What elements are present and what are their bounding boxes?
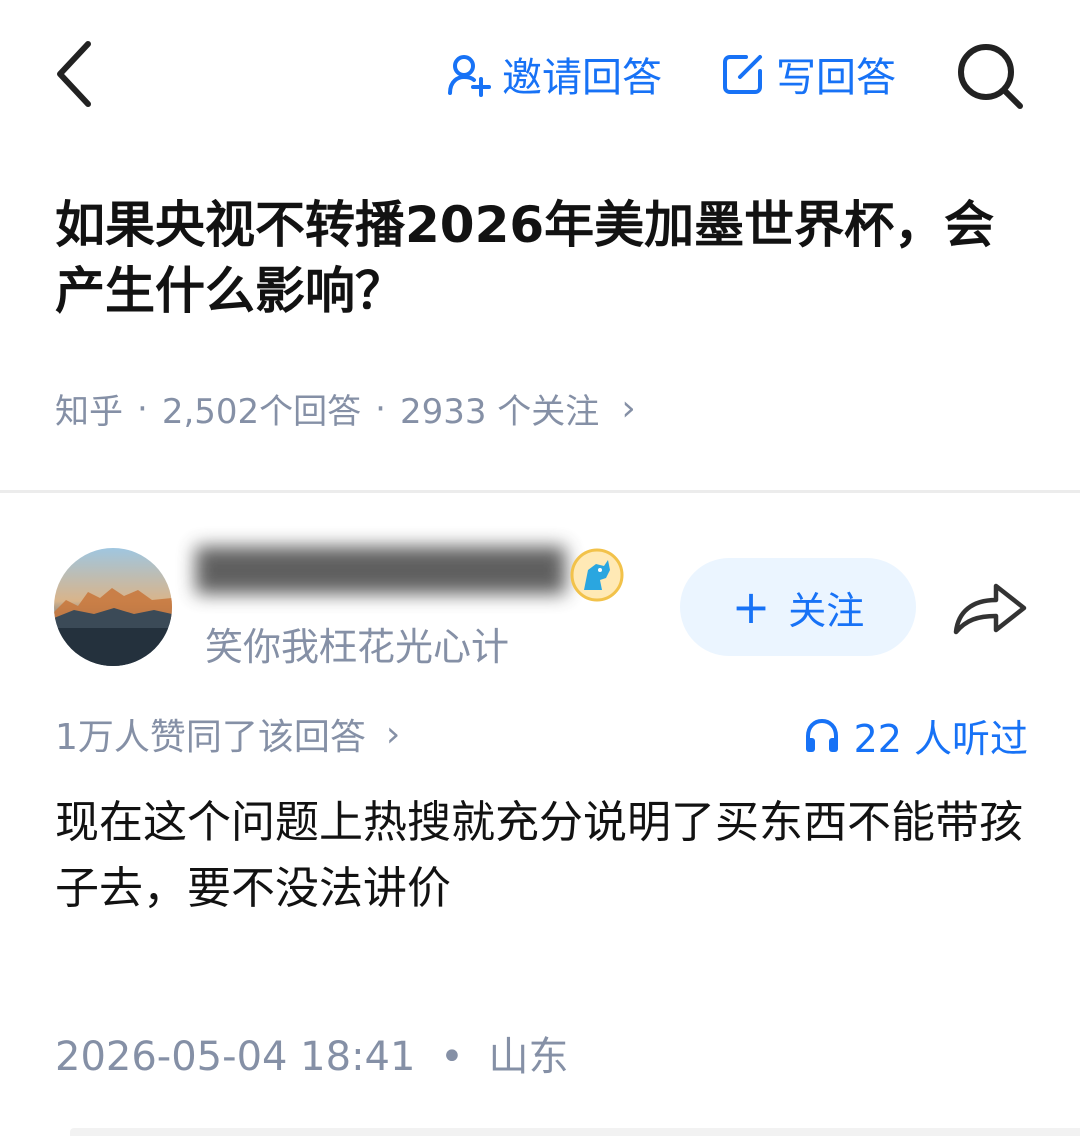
search-button[interactable]	[952, 38, 1028, 114]
back-button[interactable]	[50, 38, 100, 110]
author-name[interactable]: ████████████	[196, 548, 596, 604]
follow-button[interactable]: + 关注	[680, 558, 916, 656]
avatar-image	[54, 548, 172, 666]
answer-datetime: 2026-05-04 18:41	[55, 1034, 416, 1080]
votes-summary[interactable]: 1万人赞同了该回答 ›	[55, 708, 400, 760]
chevron-right-icon: ›	[621, 388, 636, 429]
follow-label: 关注	[788, 588, 865, 633]
bottom-bar	[70, 1128, 1080, 1136]
question-source: 知乎	[55, 392, 123, 432]
answer-footer-meta: 2026-05-04 18:41 • 山东	[55, 1024, 568, 1082]
user-plus-icon	[448, 55, 491, 97]
answer-location: 山东	[488, 1034, 569, 1080]
author-bio: 笑你我枉花光心计	[205, 625, 510, 669]
author-badge-icon	[570, 548, 624, 602]
chevron-left-icon	[57, 41, 91, 107]
followers-count: 2933 个关注	[399, 392, 600, 432]
invite-answer-button[interactable]: 邀请回答	[446, 44, 662, 104]
share-button[interactable]	[950, 574, 1030, 638]
votes-text: 1万人赞同了该回答	[55, 717, 366, 758]
meta-separator: ·	[137, 388, 148, 429]
share-arrow-icon	[953, 583, 1027, 635]
listen-count: 22 人听过	[853, 717, 1028, 761]
headphones-icon	[805, 718, 838, 752]
answers-count: 2,502个回答	[161, 392, 362, 432]
meta-separator: ·	[375, 388, 386, 429]
question-title[interactable]: 如果央视不转播2026年美加墨世界杯，会产生什么影响？	[55, 192, 1025, 324]
chevron-right-icon: ›	[385, 713, 401, 755]
answer-content[interactable]: 现在这个问题上热搜就充分说明了买东西不能带孩子去，要不没法讲价	[55, 790, 1035, 922]
write-answer-label: 写回答	[776, 55, 896, 101]
question-meta[interactable]: 知乎 · 2,502个回答 · 2933 个关注 ›	[55, 384, 636, 433]
section-divider	[0, 490, 1080, 493]
write-answer-button[interactable]: 写回答	[720, 44, 896, 104]
meta-separator: •	[440, 1034, 464, 1080]
top-bar: 邀请回答 写回答	[0, 0, 1080, 150]
invite-answer-label: 邀请回答	[502, 55, 662, 101]
edit-icon	[723, 55, 762, 94]
avatar[interactable]	[54, 548, 172, 666]
listen-button[interactable]: 22 人听过	[802, 708, 1028, 763]
plus-icon: +	[731, 580, 771, 634]
author-name-text: ████████████	[196, 548, 566, 594]
search-icon	[958, 44, 1023, 109]
